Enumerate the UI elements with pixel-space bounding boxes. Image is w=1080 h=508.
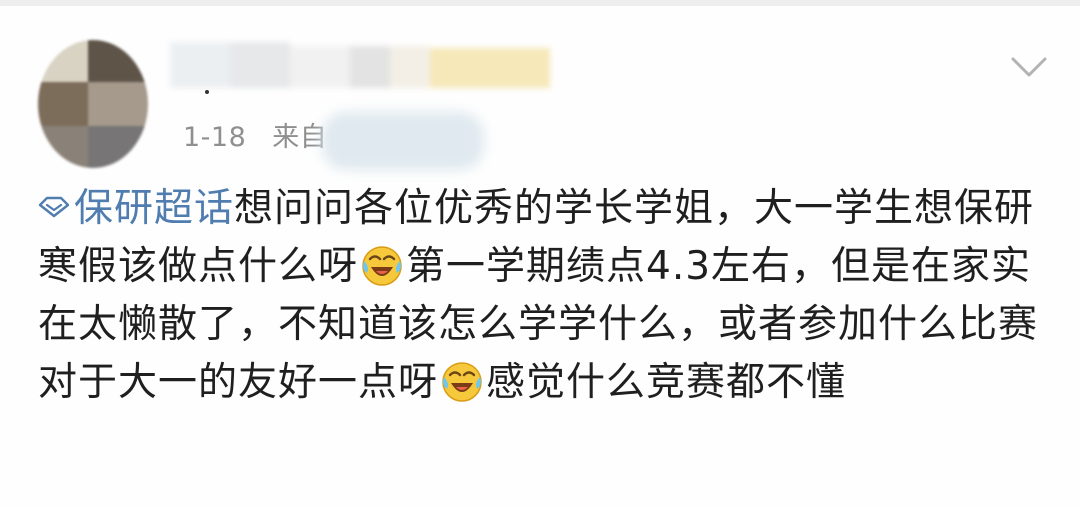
topic-label: 保研超话 (74, 186, 235, 231)
post-text-3: 感觉什么竞赛都不懂 (486, 360, 847, 405)
name-dot (205, 90, 209, 94)
laugh-cry-emoji-icon (442, 361, 482, 402)
topic-link[interactable]: 保研超话 (38, 186, 234, 231)
chevron-down-icon[interactable] (1010, 55, 1048, 81)
post-meta: 1-18 来自 (183, 118, 327, 158)
source-label: 来自 (272, 122, 328, 153)
username-redacted[interactable] (170, 42, 560, 92)
source-redacted (322, 112, 484, 170)
laugh-cry-emoji-icon (362, 245, 402, 286)
avatar[interactable] (38, 40, 148, 168)
post-body: 保研超话想问问各位优秀的学长学姐，大一学生想保研寒假该做点什么呀 第一学期绩点4.… (38, 180, 1048, 412)
top-divider (0, 0, 1080, 6)
post-date: 1-18 (183, 122, 247, 153)
diamond-topic-icon (38, 196, 70, 217)
